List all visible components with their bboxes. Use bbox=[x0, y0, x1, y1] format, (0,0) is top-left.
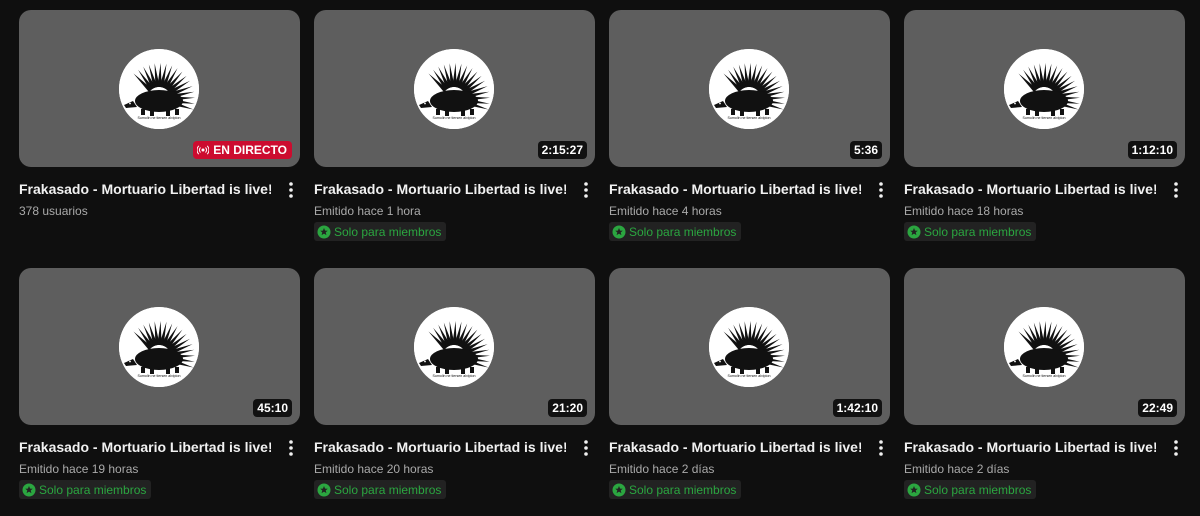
video-thumbnail[interactable]: Sumolin ne tiersen alvipion 2:15:27 bbox=[314, 10, 595, 167]
more-vert-icon[interactable] bbox=[871, 179, 891, 201]
video-meta: Emitido hace 1 hora bbox=[314, 204, 421, 218]
video-meta: Emitido hace 19 horas bbox=[19, 462, 139, 476]
video-thumbnail[interactable]: Sumolin ne tiersen alvipion 5:36 bbox=[609, 10, 890, 167]
logo-caption: Sumolin ne tiersen alvipion bbox=[1022, 116, 1066, 120]
video-card[interactable]: Sumolin ne tiersen alvipion 21:20 Frakas… bbox=[314, 268, 595, 499]
video-title[interactable]: Frakasado - Mortuario Libertad is live! bbox=[19, 437, 271, 457]
members-only-label: Solo para miembros bbox=[39, 482, 147, 497]
video-meta: Emitido hace 20 horas bbox=[314, 462, 434, 476]
duration-badge: 22:49 bbox=[1138, 399, 1177, 417]
members-only-badge: Solo para miembros bbox=[609, 480, 742, 499]
members-only-label: Solo para miembros bbox=[629, 482, 737, 497]
video-card[interactable]: Sumolin ne tiersen alvipion EN DIRECTO F… bbox=[19, 10, 300, 218]
logo-caption: Sumolin ne tiersen alvipion bbox=[432, 116, 476, 120]
more-vert-icon[interactable] bbox=[871, 437, 891, 459]
logo-caption: Sumolin ne tiersen alvipion bbox=[1022, 374, 1066, 378]
video-meta: Emitido hace 18 horas bbox=[904, 204, 1024, 218]
more-vert-icon[interactable] bbox=[281, 437, 301, 459]
members-star-icon bbox=[907, 483, 921, 497]
porcupine-logo-icon: Sumolin ne tiersen alvipion bbox=[414, 49, 494, 129]
members-only-label: Solo para miembros bbox=[334, 224, 442, 239]
video-card[interactable]: Sumolin ne tiersen alvipion 1:12:10 Frak… bbox=[904, 10, 1185, 241]
duration-badge: 5:36 bbox=[849, 141, 882, 159]
porcupine-logo-icon: Sumolin ne tiersen alvipion bbox=[1004, 49, 1084, 129]
video-card[interactable]: Sumolin ne tiersen alvipion 2:15:27 Frak… bbox=[314, 10, 595, 241]
video-title[interactable]: Frakasado - Mortuario Libertad is live! bbox=[314, 437, 566, 457]
video-card[interactable]: Sumolin ne tiersen alvipion 1:42:10 Frak… bbox=[609, 268, 890, 499]
video-meta: 378 usuarios bbox=[19, 204, 88, 218]
members-only-badge: Solo para miembros bbox=[904, 480, 1037, 499]
members-only-label: Solo para miembros bbox=[334, 482, 442, 497]
duration-badge: 21:20 bbox=[548, 399, 587, 417]
live-badge: EN DIRECTO bbox=[193, 141, 292, 159]
video-thumbnail[interactable]: Sumolin ne tiersen alvipion 22:49 bbox=[904, 268, 1185, 425]
more-vert-icon[interactable] bbox=[576, 179, 596, 201]
members-star-icon bbox=[317, 483, 331, 497]
video-title[interactable]: Frakasado - Mortuario Libertad is live! bbox=[609, 179, 861, 199]
video-title[interactable]: Frakasado - Mortuario Libertad is live! bbox=[19, 179, 271, 199]
duration-badge: 45:10 bbox=[253, 399, 292, 417]
logo-caption: Sumolin ne tiersen alvipion bbox=[727, 116, 771, 120]
members-only-badge: Solo para miembros bbox=[904, 222, 1037, 241]
video-title[interactable]: Frakasado - Mortuario Libertad is live! bbox=[904, 437, 1156, 457]
logo-caption: Sumolin ne tiersen alvipion bbox=[432, 374, 476, 378]
video-card[interactable]: Sumolin ne tiersen alvipion 5:36 Frakasa… bbox=[609, 10, 890, 241]
members-only-badge: Solo para miembros bbox=[314, 222, 447, 241]
video-title[interactable]: Frakasado - Mortuario Libertad is live! bbox=[904, 179, 1156, 199]
porcupine-logo-icon: Sumolin ne tiersen alvipion bbox=[1004, 307, 1084, 387]
duration-badge: 1:42:10 bbox=[832, 399, 882, 417]
more-vert-icon[interactable] bbox=[1166, 179, 1186, 201]
logo-caption: Sumolin ne tiersen alvipion bbox=[137, 374, 181, 378]
members-only-badge: Solo para miembros bbox=[19, 480, 152, 499]
members-star-icon bbox=[22, 483, 36, 497]
logo-caption: Sumolin ne tiersen alvipion bbox=[727, 374, 771, 378]
video-grid: Sumolin ne tiersen alvipion EN DIRECTO F… bbox=[0, 0, 1200, 516]
live-badge-label: EN DIRECTO bbox=[213, 143, 287, 157]
members-star-icon bbox=[907, 225, 921, 239]
video-title[interactable]: Frakasado - Mortuario Libertad is live! bbox=[314, 179, 566, 199]
members-only-label: Solo para miembros bbox=[924, 482, 1032, 497]
more-vert-icon[interactable] bbox=[1166, 437, 1186, 459]
members-star-icon bbox=[317, 225, 331, 239]
members-star-icon bbox=[612, 483, 626, 497]
video-thumbnail[interactable]: Sumolin ne tiersen alvipion 45:10 bbox=[19, 268, 300, 425]
more-vert-icon[interactable] bbox=[281, 179, 301, 201]
video-title[interactable]: Frakasado - Mortuario Libertad is live! bbox=[609, 437, 861, 457]
logo-caption: Sumolin ne tiersen alvipion bbox=[137, 116, 181, 120]
video-thumbnail[interactable]: Sumolin ne tiersen alvipion 21:20 bbox=[314, 268, 595, 425]
video-thumbnail[interactable]: Sumolin ne tiersen alvipion 1:42:10 bbox=[609, 268, 890, 425]
members-only-badge: Solo para miembros bbox=[609, 222, 742, 241]
porcupine-logo-icon: Sumolin ne tiersen alvipion bbox=[709, 307, 789, 387]
video-meta: Emitido hace 2 días bbox=[609, 462, 715, 476]
video-card[interactable]: Sumolin ne tiersen alvipion 45:10 Frakas… bbox=[19, 268, 300, 499]
live-broadcast-icon bbox=[197, 144, 210, 156]
members-star-icon bbox=[612, 225, 626, 239]
duration-badge: 2:15:27 bbox=[537, 141, 587, 159]
members-only-badge: Solo para miembros bbox=[314, 480, 447, 499]
duration-badge: 1:12:10 bbox=[1127, 141, 1177, 159]
video-card[interactable]: Sumolin ne tiersen alvipion 22:49 Frakas… bbox=[904, 268, 1185, 499]
porcupine-logo-icon: Sumolin ne tiersen alvipion bbox=[119, 307, 199, 387]
members-only-label: Solo para miembros bbox=[629, 224, 737, 239]
porcupine-logo-icon: Sumolin ne tiersen alvipion bbox=[414, 307, 494, 387]
members-only-label: Solo para miembros bbox=[924, 224, 1032, 239]
video-thumbnail[interactable]: Sumolin ne tiersen alvipion EN DIRECTO bbox=[19, 10, 300, 167]
video-meta: Emitido hace 2 días bbox=[904, 462, 1010, 476]
porcupine-logo-icon: Sumolin ne tiersen alvipion bbox=[119, 49, 199, 129]
video-thumbnail[interactable]: Sumolin ne tiersen alvipion 1:12:10 bbox=[904, 10, 1185, 167]
video-meta: Emitido hace 4 horas bbox=[609, 204, 722, 218]
more-vert-icon[interactable] bbox=[576, 437, 596, 459]
porcupine-logo-icon: Sumolin ne tiersen alvipion bbox=[709, 49, 789, 129]
